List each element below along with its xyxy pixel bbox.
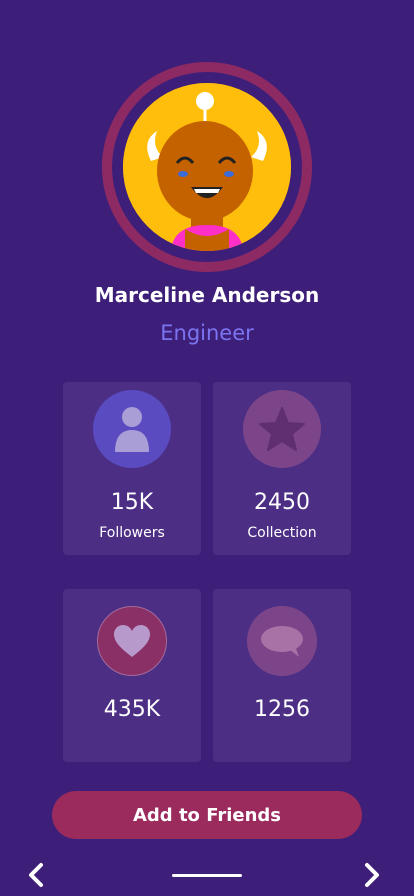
collection-card[interactable]: 2450 Collection (213, 382, 351, 555)
heart-icon (97, 606, 167, 676)
star-icon (243, 390, 321, 468)
collection-label: Collection (247, 525, 317, 541)
comments-card[interactable]: 1256 (213, 589, 351, 762)
collection-count: 2450 (254, 490, 310, 515)
home-indicator[interactable] (172, 874, 242, 877)
comments-count: 1256 (254, 697, 310, 722)
followers-card[interactable]: 15K Followers (63, 382, 201, 555)
chevron-right-icon[interactable] (358, 860, 388, 890)
user-name: Marceline Anderson (94, 283, 320, 307)
likes-card[interactable]: 435K (63, 589, 201, 762)
avatar[interactable] (123, 83, 291, 251)
user-role: Engineer (160, 321, 254, 345)
add-to-friends-button[interactable]: Add to Friends (52, 791, 362, 839)
profile-screen: Marceline Anderson Engineer 15K Follower… (0, 0, 414, 896)
followers-count: 15K (110, 490, 154, 515)
followers-label: Followers (99, 525, 165, 541)
avatar-illustration (123, 83, 291, 251)
likes-count: 435K (103, 697, 161, 722)
chevron-left-icon[interactable] (20, 860, 50, 890)
user-icon (93, 390, 171, 468)
chat-icon (247, 606, 317, 676)
